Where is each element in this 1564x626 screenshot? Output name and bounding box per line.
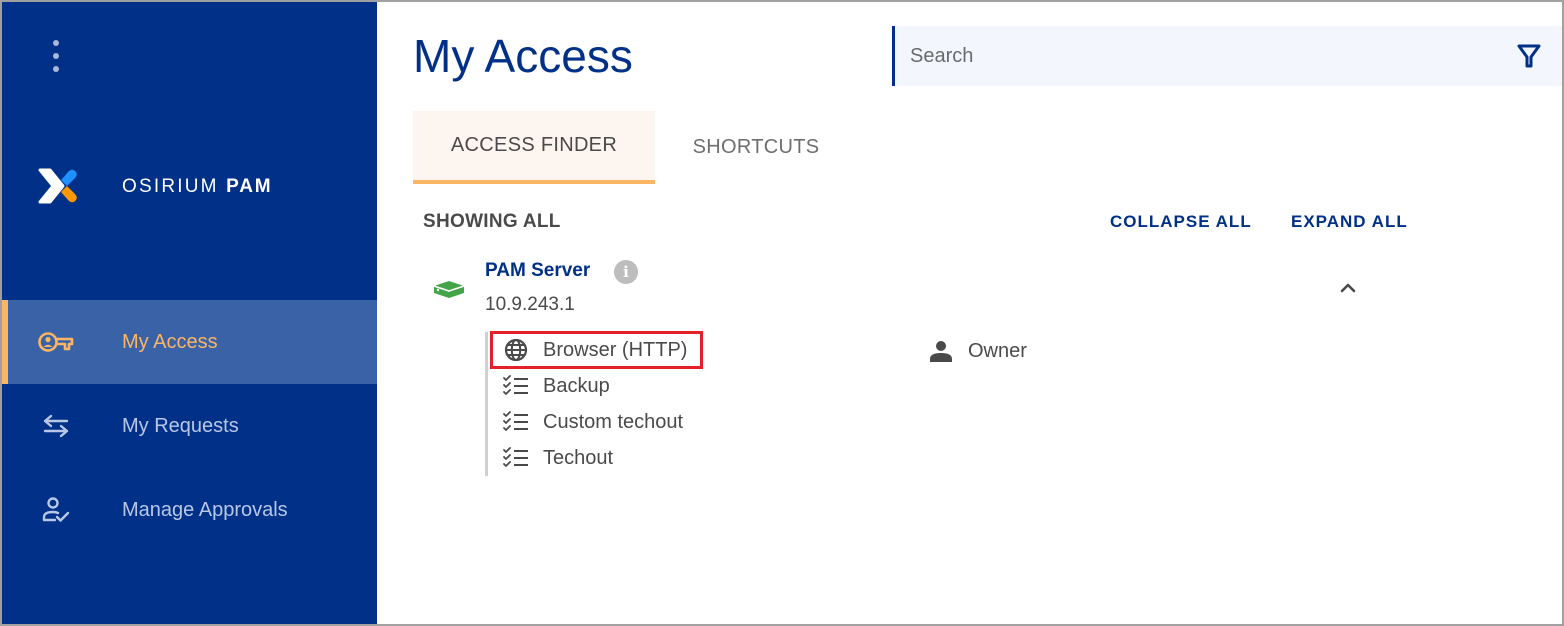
checklist-icon <box>502 374 530 398</box>
tab-bar: ACCESS FINDER SHORTCUTS <box>413 111 857 184</box>
person-icon <box>930 341 952 362</box>
info-icon[interactable]: i <box>614 260 638 284</box>
sidebar-item-label: My Requests <box>122 414 239 437</box>
collapse-all-button[interactable]: COLLAPSE ALL <box>1110 212 1252 232</box>
search-bar <box>892 26 1562 86</box>
access-item-custom-techout[interactable]: Custom techout <box>488 404 687 440</box>
access-item-label: Techout <box>543 446 614 469</box>
server-icon <box>433 281 465 298</box>
role-owner: Owner <box>928 338 1027 364</box>
globe-icon <box>502 338 530 362</box>
checklist-icon <box>502 446 530 470</box>
access-item-browser-http[interactable]: Browser (HTTP) <box>488 332 687 368</box>
sidebar-nav: My Access My Requests Manage Approvals <box>2 300 377 552</box>
sidebar-item-label: My Access <box>122 330 218 353</box>
app-window: OSIRIUM PAM My Access My Requests Manage… <box>2 2 1562 624</box>
search-input[interactable] <box>910 26 1490 86</box>
tab-shortcuts[interactable]: SHORTCUTS <box>655 111 857 184</box>
role-label: Owner <box>968 339 1027 362</box>
access-item-techout[interactable]: Techout <box>488 440 687 476</box>
kebab-menu-icon[interactable] <box>50 40 62 72</box>
sidebar-item-manage-approvals[interactable]: Manage Approvals <box>2 468 377 552</box>
chevron-up-icon[interactable] <box>1336 278 1360 298</box>
sidebar-item-my-requests[interactable]: My Requests <box>2 384 377 468</box>
key-user-icon <box>38 328 74 356</box>
server-ip: 10.9.243.1 <box>485 294 575 315</box>
access-item-label: Custom techout <box>543 410 684 433</box>
access-item-label: Backup <box>543 374 610 397</box>
sidebar-item-label: Manage Approvals <box>122 498 288 521</box>
tab-access-finder[interactable]: ACCESS FINDER <box>413 111 655 184</box>
sidebar: OSIRIUM PAM My Access My Requests Manage… <box>2 2 377 624</box>
osirium-logo-icon <box>38 168 77 204</box>
brand-name-light: OSIRIUM <box>122 176 219 197</box>
showing-filter-label: SHOWING ALL <box>423 211 561 232</box>
access-item-backup[interactable]: Backup <box>488 368 687 404</box>
swap-arrows-icon <box>38 412 74 440</box>
page-title: My Access <box>413 30 633 82</box>
access-item-label: Browser (HTTP) <box>543 338 688 361</box>
access-method-list: Browser (HTTP) Backup Custom techout Tec… <box>485 332 687 476</box>
user-check-icon <box>38 496 74 524</box>
brand-name: OSIRIUM PAM <box>122 176 272 198</box>
sidebar-item-my-access[interactable]: My Access <box>2 300 377 384</box>
expand-all-button[interactable]: EXPAND ALL <box>1291 212 1408 232</box>
server-name-link[interactable]: PAM Server <box>485 260 590 282</box>
filter-icon[interactable] <box>1516 43 1542 69</box>
brand-name-bold: PAM <box>226 176 273 197</box>
checklist-icon <box>502 410 530 434</box>
